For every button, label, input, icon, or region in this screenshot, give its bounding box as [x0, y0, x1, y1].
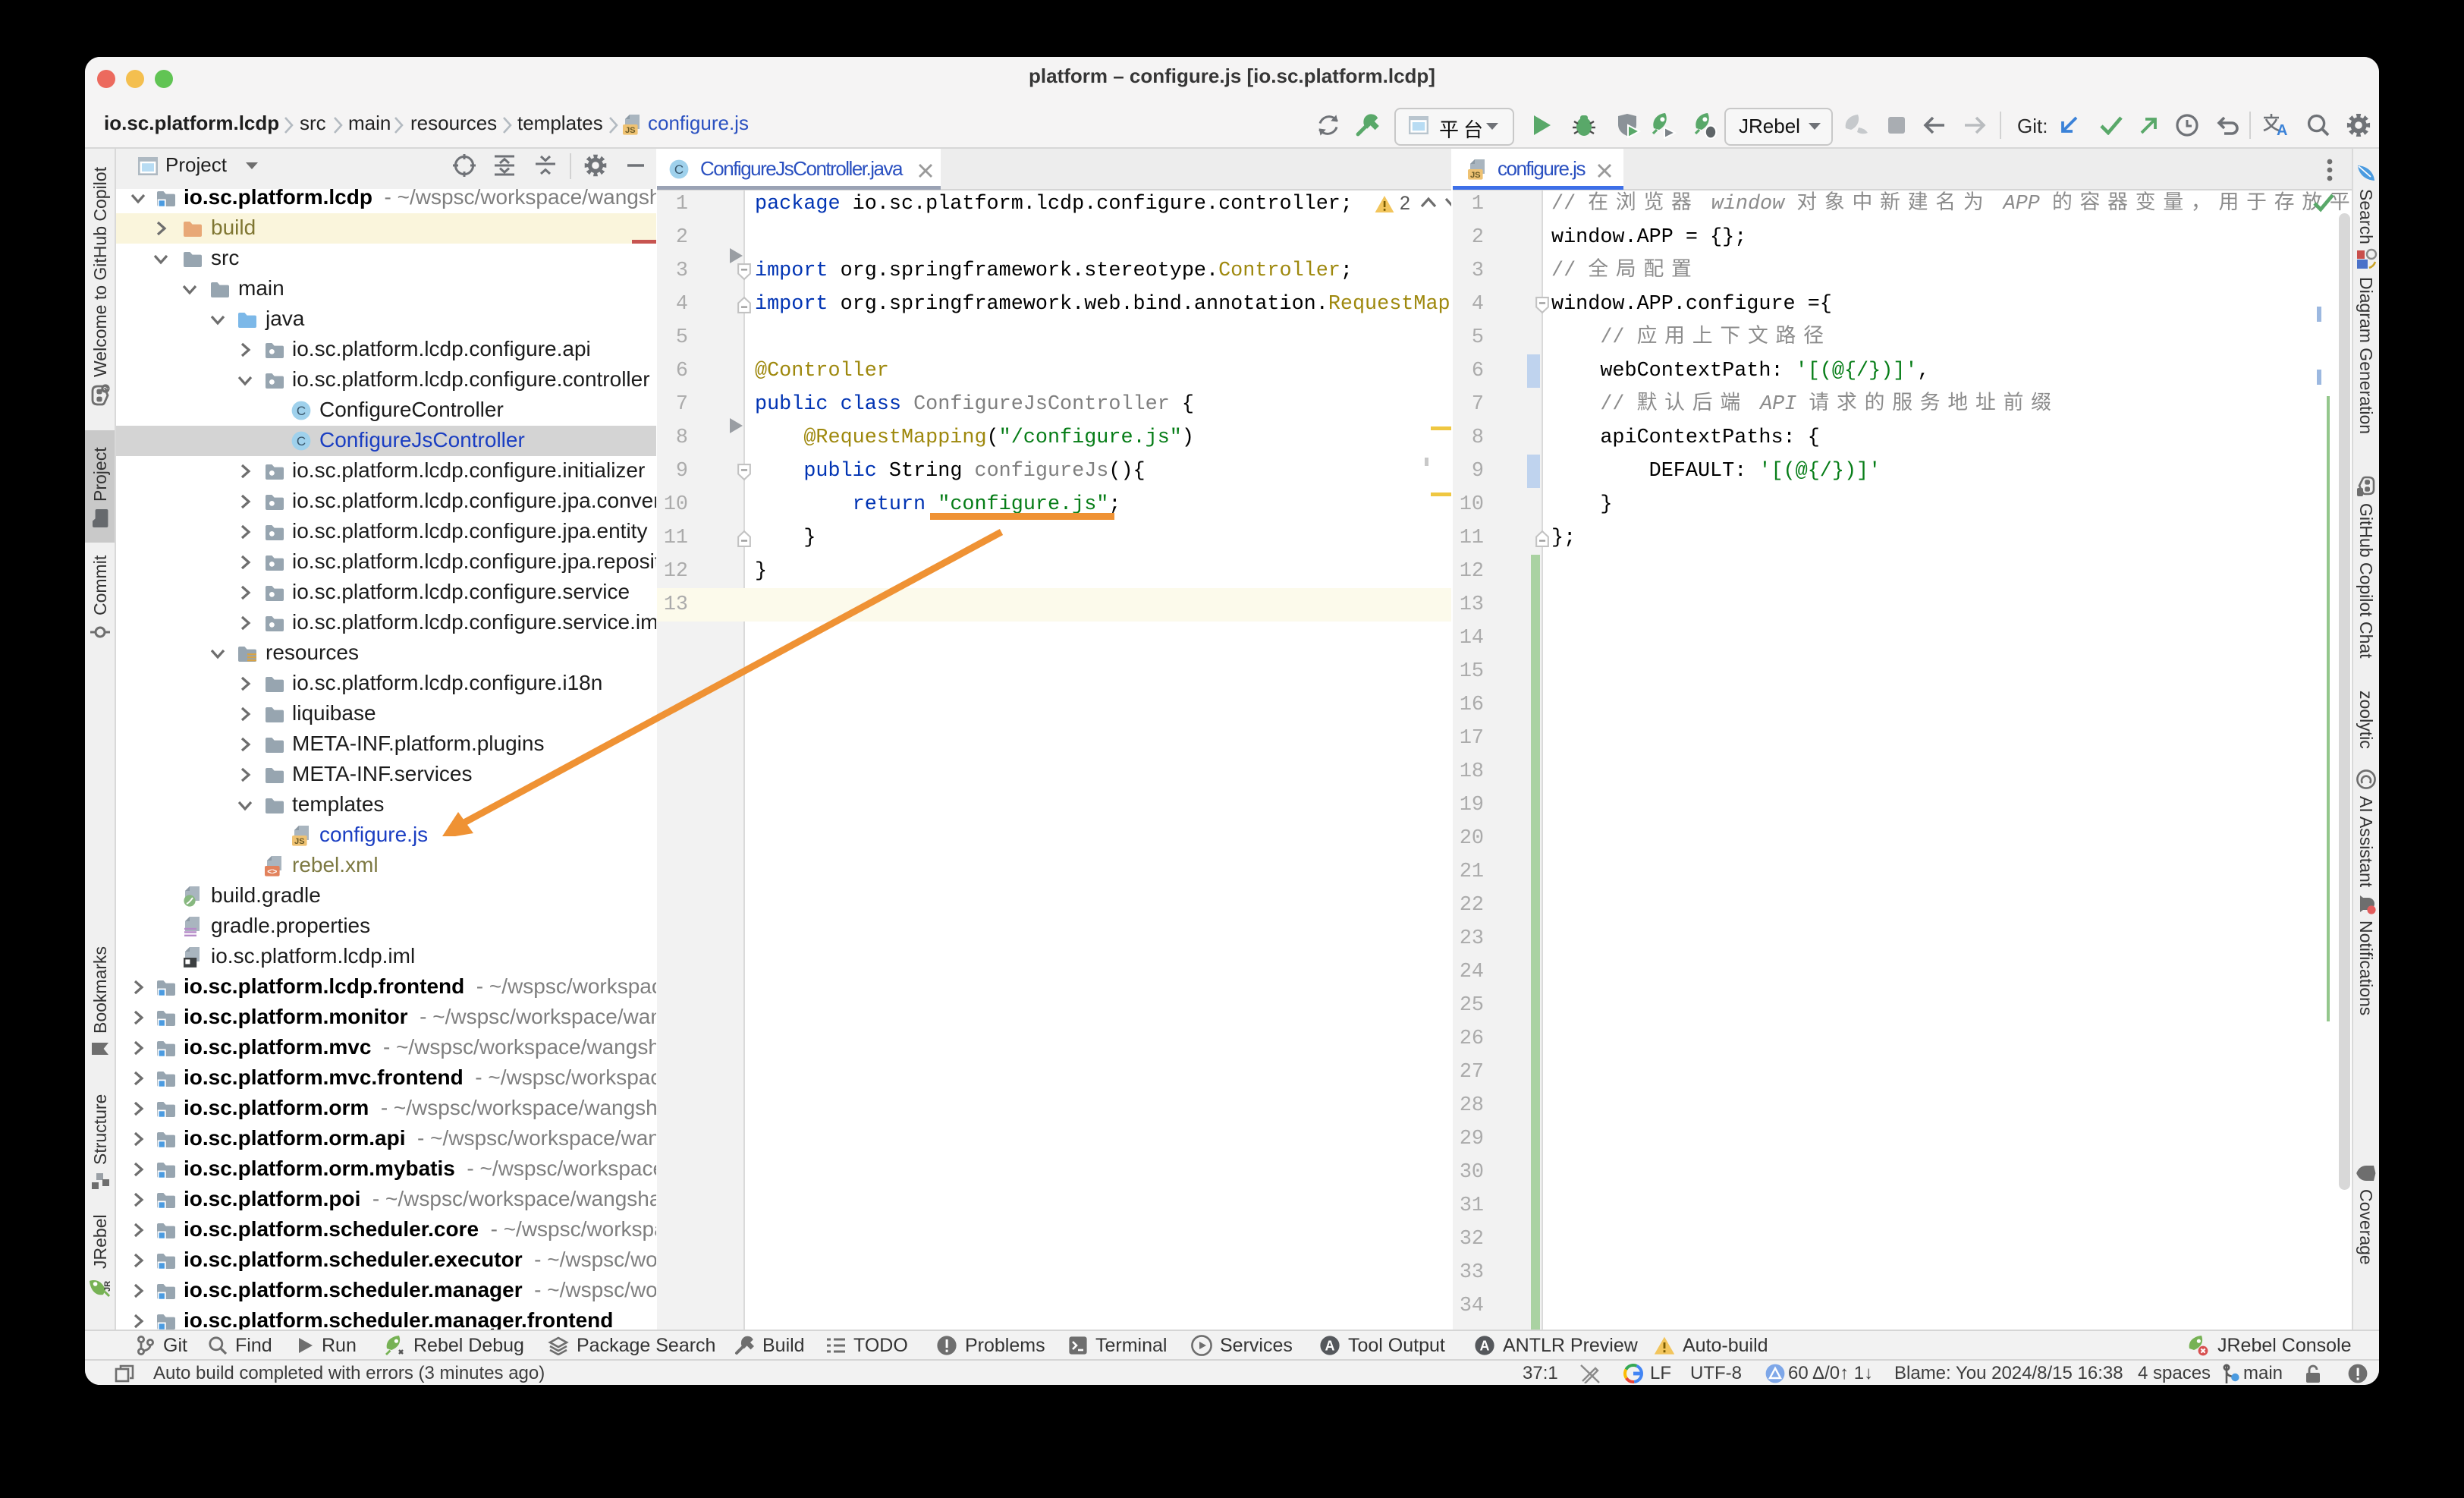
svg-text:?: ? — [102, 386, 110, 390]
svg-text:<>: <> — [267, 867, 278, 876]
svg-text:A: A — [2277, 122, 2287, 137]
svg-text:A: A — [1325, 1338, 1335, 1353]
svg-text:JS: JS — [294, 837, 305, 846]
svg-text:JR: JR — [103, 1281, 112, 1292]
svg-text:C: C — [297, 404, 306, 418]
svg-text:JS: JS — [625, 126, 636, 135]
svg-text:C: C — [297, 434, 306, 448]
svg-text:JS: JS — [1470, 171, 1481, 180]
svg-text:C: C — [674, 162, 684, 177]
svg-text:A: A — [1480, 1338, 1490, 1353]
